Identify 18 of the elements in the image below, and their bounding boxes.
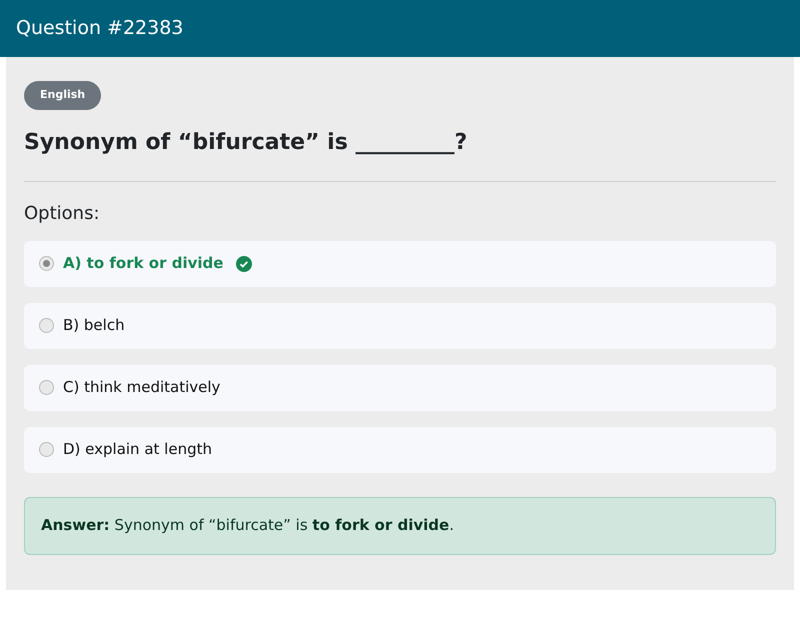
language-tag: English	[24, 81, 102, 110]
option-row[interactable]: D) explain at length	[24, 426, 776, 472]
question-text: Synonym of “bifurcate” is _________?	[24, 128, 468, 156]
page-title: Question #22383	[16, 16, 184, 42]
answer-text: Answer: Synonym of “bifurcate” is to fork or divide.	[41, 515, 454, 536]
radio-button[interactable]	[39, 256, 54, 271]
option-row[interactable]: C) think meditatively	[24, 364, 776, 410]
option-text: B) belch	[63, 315, 125, 336]
radio-button[interactable]	[39, 380, 54, 395]
option-text: C) think meditatively	[63, 377, 220, 398]
option-text: A) to fork or divide	[63, 253, 224, 274]
options-label: Options:	[24, 202, 101, 226]
check-circle-icon	[236, 256, 252, 272]
radio-button[interactable]	[39, 318, 54, 333]
option-row[interactable]: B) belch	[24, 302, 776, 348]
option-text: D) explain at length	[63, 439, 212, 460]
radio-button[interactable]	[39, 442, 54, 457]
option-row[interactable]: A) to fork or divide	[24, 240, 776, 286]
